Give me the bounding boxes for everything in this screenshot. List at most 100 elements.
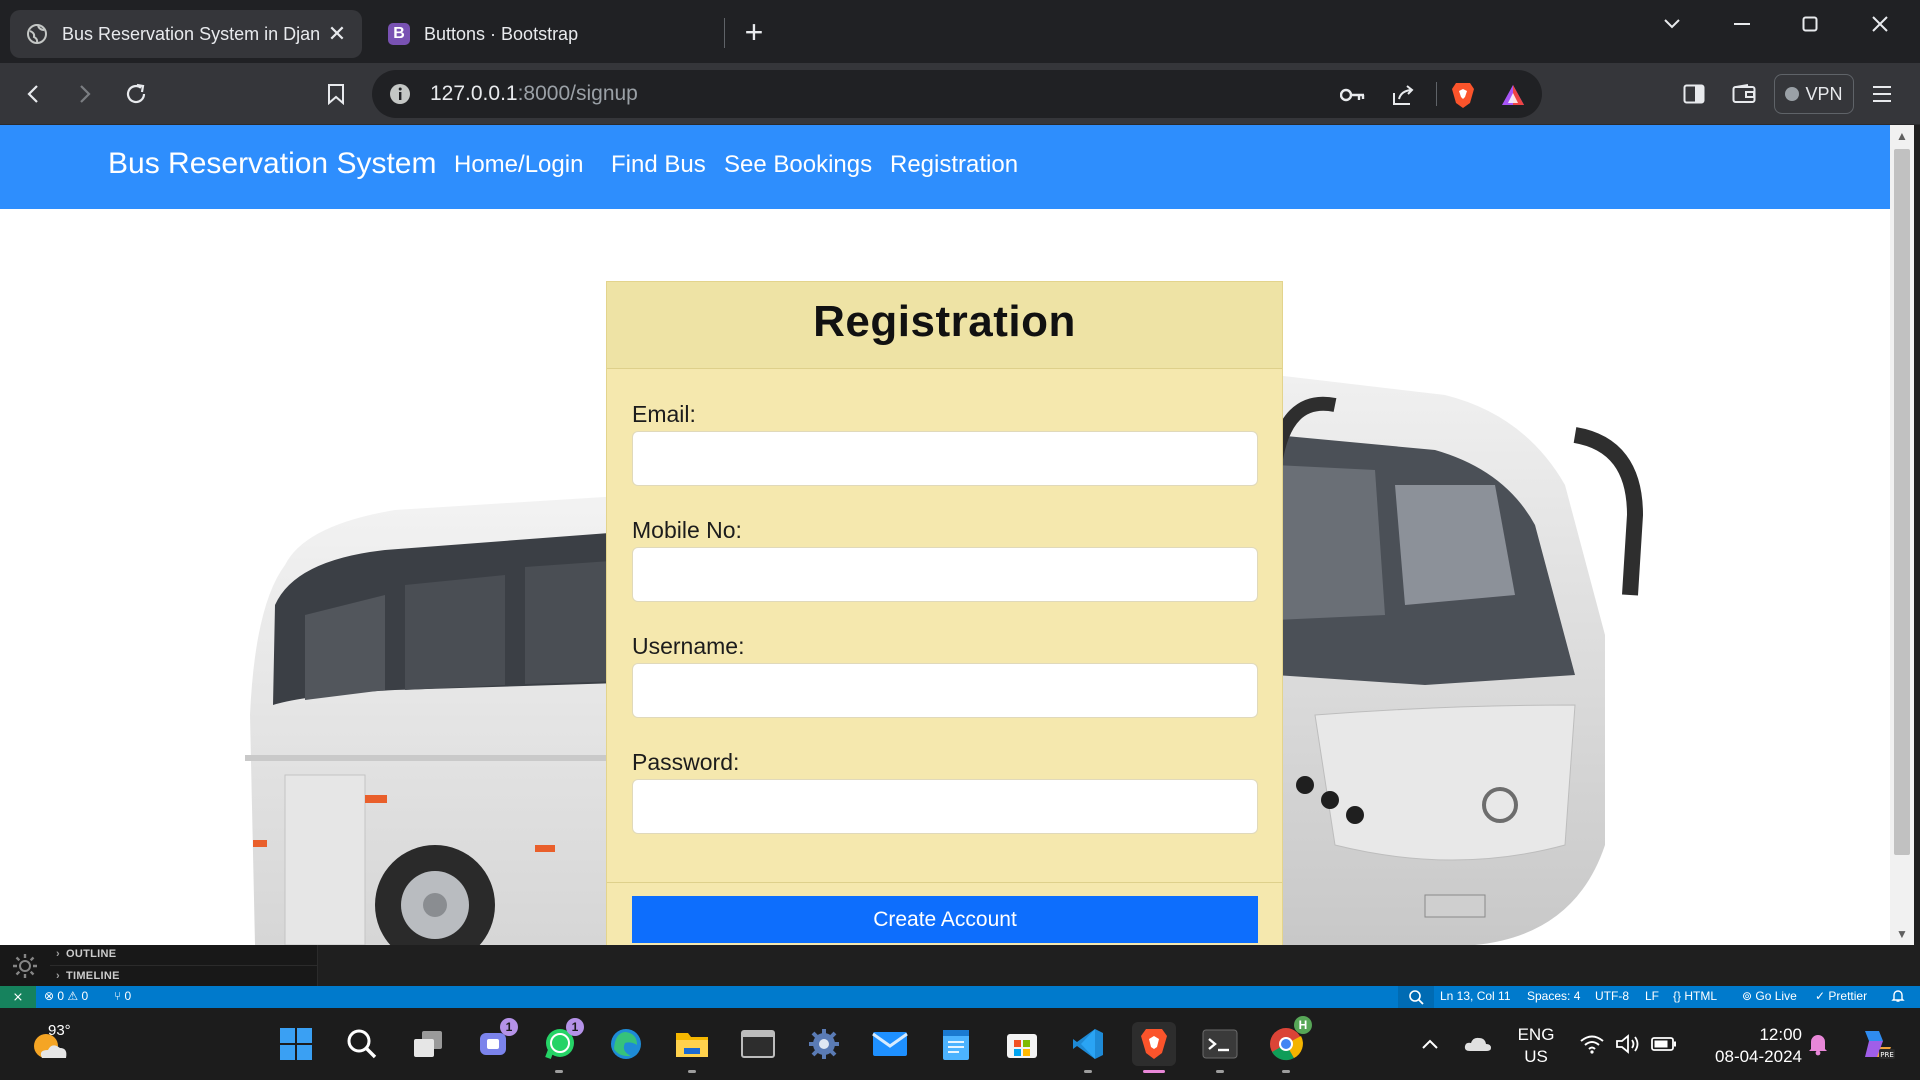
address-bar[interactable]: 127.0.0.1:8000/signup	[372, 70, 1542, 118]
svg-text:PRE: PRE	[1880, 1051, 1894, 1059]
bookmark-icon[interactable]	[316, 74, 356, 114]
forward-arrow-icon[interactable]	[64, 74, 104, 114]
language-code: ENG	[1517, 1025, 1555, 1044]
problems-status[interactable]: ⊗ 0 ⚠ 0	[44, 989, 88, 1003]
sidebar-icon[interactable]	[1674, 74, 1714, 114]
scroll-down-arrow-icon[interactable]: ▼	[1890, 923, 1914, 945]
gear-icon[interactable]	[10, 951, 40, 981]
close-window-icon[interactable]	[1852, 8, 1908, 40]
globe-icon	[26, 23, 48, 45]
site-info-icon[interactable]	[388, 82, 412, 106]
share-icon[interactable]	[1388, 80, 1418, 110]
go-live-button[interactable]: ⊚ Go Live	[1742, 989, 1797, 1003]
page-viewport: Bus Reservation System Home/Login Find B…	[0, 125, 1890, 945]
brave-shields-icon[interactable]	[1448, 80, 1478, 110]
vpn-button[interactable]: VPN	[1774, 74, 1854, 114]
brave-browser-icon[interactable]	[1132, 1022, 1176, 1066]
file-explorer-icon[interactable]	[670, 1022, 714, 1066]
minimize-icon[interactable]	[1714, 8, 1770, 40]
tab-separator	[724, 18, 725, 48]
clock-date: 08-04-2024	[1715, 1047, 1802, 1066]
password-label: Password:	[632, 749, 740, 775]
task-view-icon[interactable]	[406, 1022, 450, 1066]
tab-search-chevron-icon[interactable]	[1644, 8, 1700, 40]
menu-icon[interactable]	[1862, 74, 1902, 114]
windows-start-icon[interactable]	[274, 1022, 318, 1066]
eol-status[interactable]: LF	[1645, 989, 1659, 1003]
region-code: US	[1524, 1047, 1548, 1066]
registration-card-header: Registration	[607, 282, 1282, 369]
omnibox-divider	[1436, 82, 1437, 106]
whatsapp-running-indicator	[555, 1070, 563, 1073]
wifi-icon[interactable]	[1578, 1030, 1606, 1058]
indentation-status[interactable]: Spaces: 4	[1527, 989, 1580, 1003]
settings-gear-icon[interactable]	[802, 1022, 846, 1066]
cursor-position[interactable]: Ln 13, Col 11	[1440, 989, 1511, 1003]
system-clock[interactable]: 12:00 08-04-2024	[1690, 1024, 1802, 1068]
url-text[interactable]: 127.0.0.1:8000/signup	[430, 82, 638, 106]
zoom-icon[interactable]	[1398, 986, 1434, 1008]
nav-find-bus[interactable]: Find Bus	[611, 151, 706, 179]
nav-see-bookings[interactable]: See Bookings	[724, 151, 872, 179]
browser-toolbar: 127.0.0.1:8000/signup VPN	[0, 63, 1920, 125]
notifications-bell-icon[interactable]	[1891, 989, 1905, 1006]
new-tab-button[interactable]: +	[734, 16, 774, 50]
email-input[interactable]	[632, 431, 1258, 486]
brave-rewards-icon[interactable]	[1498, 80, 1528, 110]
url-host: 127.0.0.1	[430, 82, 518, 105]
scrollbar-thumb[interactable]	[1894, 149, 1910, 855]
back-arrow-icon[interactable]	[14, 74, 54, 114]
windows-terminal-icon[interactable]	[1198, 1022, 1242, 1066]
wallet-icon[interactable]	[1724, 74, 1764, 114]
reload-icon[interactable]	[116, 74, 156, 114]
brave-active-indicator	[1143, 1070, 1165, 1073]
tab-bootstrap-buttons[interactable]: B Buttons · Bootstrap	[372, 10, 712, 58]
prettier-status[interactable]: ✓ Prettier	[1815, 989, 1867, 1003]
timeline-label: TIMELINE	[65, 970, 120, 982]
whatsapp-icon[interactable]: 1	[538, 1018, 584, 1066]
chevron-right-icon: ›	[56, 948, 60, 960]
close-tab-icon[interactable]: ✕	[320, 17, 354, 51]
terminal-window-icon[interactable]	[736, 1022, 780, 1066]
nav-home-login[interactable]: Home/Login	[454, 151, 583, 179]
ports-status[interactable]: ⑂ 0	[114, 989, 131, 1003]
notification-bell-icon[interactable]	[1804, 1030, 1832, 1058]
copilot-icon[interactable]: PRE	[1858, 1026, 1898, 1062]
mail-icon[interactable]	[868, 1022, 912, 1066]
registration-card-footer: Create Account	[607, 882, 1282, 945]
language-mode[interactable]: {} HTML	[1673, 989, 1717, 1003]
volume-icon[interactable]	[1614, 1030, 1642, 1058]
username-input[interactable]	[632, 663, 1258, 718]
notepad-icon[interactable]	[934, 1022, 978, 1066]
maximize-icon[interactable]	[1782, 8, 1838, 40]
scroll-up-arrow-icon[interactable]: ▲	[1890, 125, 1914, 147]
site-brand[interactable]: Bus Reservation System	[108, 147, 436, 181]
encoding-status[interactable]: UTF-8	[1595, 989, 1629, 1003]
teams-chat-icon[interactable]: 1	[472, 1018, 518, 1066]
microsoft-store-icon[interactable]	[1000, 1022, 1044, 1066]
create-account-button[interactable]: Create Account	[632, 896, 1258, 943]
username-label: Username:	[632, 633, 745, 659]
go-live-label: Go Live	[1755, 989, 1797, 1003]
onedrive-cloud-icon[interactable]	[1464, 1030, 1492, 1058]
remote-icon[interactable]: ⨯	[0, 986, 36, 1008]
teams-badge: 1	[500, 1018, 518, 1036]
key-icon[interactable]	[1338, 80, 1368, 110]
vscode-icon[interactable]	[1066, 1022, 1110, 1066]
outline-panel[interactable]: › OUTLINE	[56, 948, 116, 960]
nav-registration[interactable]: Registration	[890, 151, 1018, 179]
battery-icon[interactable]	[1650, 1030, 1678, 1058]
tab-bus-reservation[interactable]: Bus Reservation System in Djang ✕	[10, 10, 362, 58]
edge-browser-icon[interactable]	[604, 1022, 648, 1066]
timeline-panel[interactable]: › TIMELINE	[56, 970, 120, 982]
input-language[interactable]: ENG US	[1516, 1024, 1556, 1068]
search-icon[interactable]	[340, 1022, 384, 1066]
mobile-input[interactable]	[632, 547, 1258, 602]
password-input[interactable]	[632, 779, 1258, 834]
page-scrollbar[interactable]: ▲ ▼	[1890, 125, 1914, 945]
registration-card: Registration Email: Mobile No: Username:…	[606, 281, 1283, 945]
vscode-sidebar: › OUTLINE › TIMELINE	[0, 945, 318, 986]
tray-overflow-chevron-icon[interactable]	[1416, 1030, 1444, 1058]
chrome-icon[interactable]: H	[1264, 1016, 1312, 1066]
vpn-label: VPN	[1805, 83, 1843, 104]
